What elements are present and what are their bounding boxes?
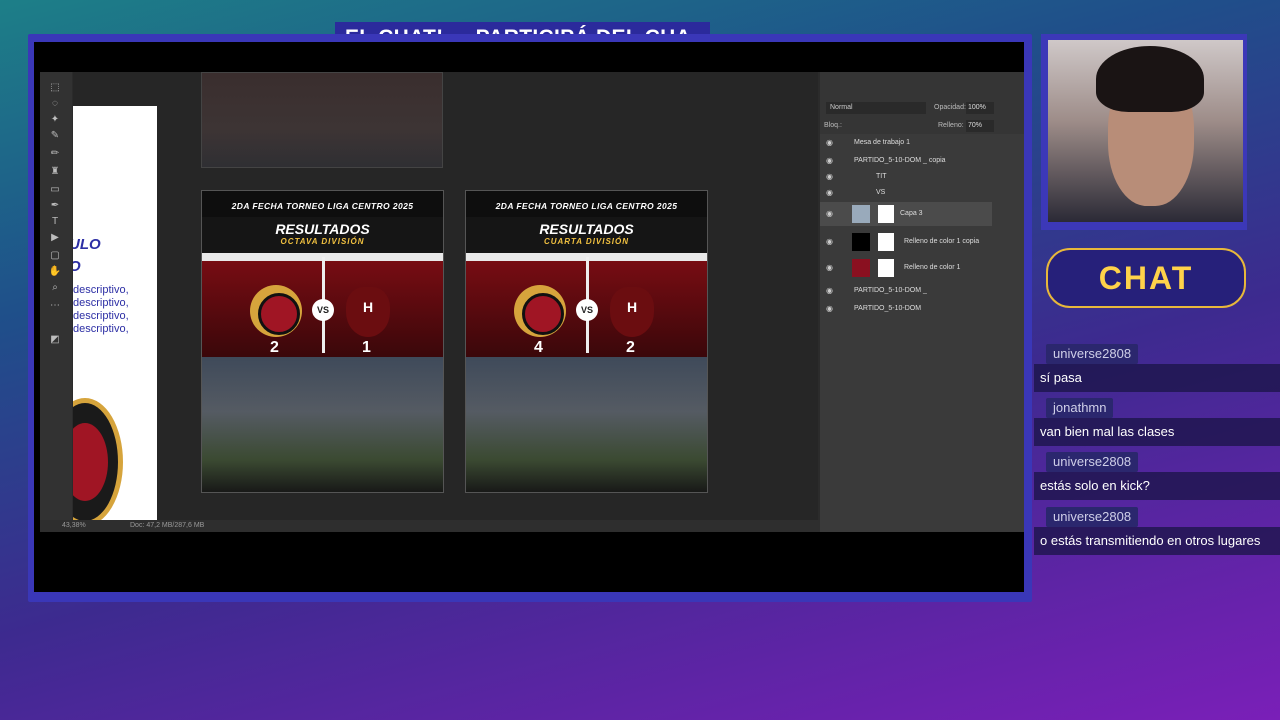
- mask-thumbnail: [878, 259, 894, 277]
- zoom-level[interactable]: 43,38%: [62, 520, 86, 532]
- pen-tool-icon[interactable]: ✒: [48, 200, 62, 212]
- doc-description: descriptivo, descriptivo, descriptivo, d…: [73, 284, 129, 336]
- chat-message: sí pasa: [1034, 364, 1280, 392]
- club-emblem: [73, 398, 123, 522]
- layer-thumbnail: [852, 259, 870, 277]
- opacity-field[interactable]: 100%: [966, 102, 994, 114]
- status-bar: 43,38% Doc: 47,2 MB/287,6 MB: [40, 520, 820, 532]
- score-away: 2: [626, 339, 635, 356]
- side-document: ULO O descriptivo, descriptivo, descript…: [73, 106, 157, 522]
- chat-message: o estás transmitiendo en otros lugares: [1034, 527, 1280, 555]
- stamp-tool-icon[interactable]: ♜: [48, 166, 62, 178]
- team-photo: [466, 357, 707, 492]
- layer-name: PARTIDO_5-10-DOM: [854, 305, 922, 312]
- poster-subtitle: CUARTA DIVISIÓN: [543, 237, 630, 246]
- fill-field[interactable]: 70%: [966, 120, 994, 132]
- layer-thumbnail: [852, 233, 870, 251]
- layer-name: Capa 3: [900, 210, 923, 217]
- path-select-icon[interactable]: ▶: [48, 232, 62, 244]
- layer-row[interactable]: ◉ Relleno de color 1: [820, 256, 992, 280]
- desc-line: descriptivo,: [73, 310, 129, 322]
- color-swatch-icon[interactable]: ◩: [48, 334, 62, 346]
- eraser-icon[interactable]: ▭: [48, 184, 62, 196]
- desc-line: descriptivo,: [73, 284, 129, 296]
- webcam-feed: [1048, 40, 1243, 222]
- layer-name: VS: [876, 189, 886, 196]
- eyedropper-icon[interactable]: ✎: [48, 130, 62, 142]
- poster-header: 2DA FECHA TORNEO LIGA CENTRO 2025: [466, 191, 707, 217]
- mask-thumbnail: [878, 205, 894, 223]
- opacity-label: Opacidad:: [934, 104, 966, 111]
- layer-name: Relleno de color 1: [904, 264, 961, 271]
- chat-username: universe2808: [1046, 344, 1139, 364]
- eye-icon[interactable]: ◉: [826, 202, 833, 226]
- layer-name: Relleno de color 1 copia: [904, 238, 980, 245]
- shared-screen: ⬚ ◌ ✦ ✎ ✏ ♜ ▭ ✒ T ▶ ▢ ✋ ⌕ ⋯ ◩ ULO O desc…: [34, 42, 1024, 592]
- poster-title: RESULTADOS: [275, 221, 370, 237]
- layer-name: PARTIDO_5-10-DOM _: [854, 287, 927, 294]
- rival-shield-icon: [610, 287, 654, 337]
- tools-panel: ⬚ ◌ ✦ ✎ ✏ ♜ ▭ ✒ T ▶ ▢ ✋ ⌕ ⋯ ◩: [40, 72, 72, 532]
- text-tool-icon[interactable]: T: [48, 216, 62, 228]
- lasso-tool-icon[interactable]: ◌: [48, 98, 62, 110]
- doc-size: Doc: 47,2 MB/287,6 MB: [130, 522, 205, 529]
- eye-icon[interactable]: ◉: [826, 256, 833, 280]
- eye-icon[interactable]: ◉: [826, 282, 833, 300]
- brush-tool-icon[interactable]: ✏: [48, 148, 62, 160]
- doc-title: ULO O: [73, 234, 101, 278]
- rival-shield-icon: [346, 287, 390, 337]
- marquee-tool-icon[interactable]: ⬚: [48, 82, 62, 94]
- layers-panel: Normal Opacidad: 100% Bloq.: Relleno: 70…: [820, 72, 1024, 532]
- layer-row[interactable]: ◉ Relleno de color 1 copia: [820, 230, 992, 254]
- score-home: 4: [534, 339, 543, 356]
- zoom-tool-icon[interactable]: ⌕: [48, 282, 62, 294]
- magic-wand-icon[interactable]: ✦: [48, 114, 62, 126]
- layer-row[interactable]: ◉ Mesa de trabajo 1: [820, 134, 992, 152]
- photoshop-window: ⬚ ◌ ✦ ✎ ✏ ♜ ▭ ✒ T ▶ ▢ ✋ ⌕ ⋯ ◩ ULO O desc…: [40, 72, 1024, 532]
- blend-mode-select[interactable]: Normal: [826, 102, 926, 114]
- eye-icon[interactable]: ◉: [826, 134, 833, 152]
- layer-row-selected[interactable]: ◉ Capa 3: [820, 202, 992, 226]
- layer-thumbnail: [852, 205, 870, 223]
- hand-tool-icon[interactable]: ✋: [48, 266, 62, 278]
- eye-icon[interactable]: ◉: [826, 184, 833, 202]
- chat-message: van bien mal las clases: [1034, 418, 1280, 446]
- poster-title: RESULTADOS: [539, 221, 634, 237]
- team-photo: [202, 357, 443, 492]
- fill-label: Relleno:: [938, 122, 964, 129]
- chat-username: jonathmn: [1046, 398, 1114, 418]
- chat-username: universe2808: [1046, 452, 1139, 472]
- chat-title: CHAT: [1046, 248, 1246, 308]
- vs-badge: VS: [576, 299, 598, 321]
- layer-row[interactable]: ◉ VS: [820, 184, 992, 202]
- score-home: 2: [270, 339, 279, 356]
- poster-header: 2DA FECHA TORNEO LIGA CENTRO 2025: [202, 191, 443, 217]
- eye-icon[interactable]: ◉: [826, 230, 833, 254]
- poster-subtitle: OCTAVA DIVISIÓN: [280, 237, 365, 246]
- more-tools-icon[interactable]: ⋯: [48, 300, 62, 312]
- chat-message: estás solo en kick?: [1034, 472, 1280, 500]
- shape-tool-icon[interactable]: ▢: [48, 250, 62, 262]
- mask-thumbnail: [878, 233, 894, 251]
- vs-badge: VS: [312, 299, 334, 321]
- aci-shield-icon: [514, 285, 566, 337]
- streamer-hair: [1096, 46, 1204, 112]
- team-photo-artboard: [201, 72, 443, 168]
- layer-row[interactable]: ◉ PARTIDO_5-10-DOM _: [820, 282, 992, 300]
- layer-row[interactable]: ◉ PARTIDO_5-10-DOM: [820, 300, 992, 318]
- doc-title-line: O: [73, 256, 101, 278]
- layer-name: Mesa de trabajo 1: [854, 139, 911, 146]
- desc-line: descriptivo,: [73, 323, 129, 335]
- score-away: 1: [362, 339, 371, 356]
- layers-controls: Normal Opacidad: 100% Bloq.: Relleno: 70…: [820, 72, 1024, 134]
- canvas-area[interactable]: ULO O descriptivo, descriptivo, descript…: [73, 72, 818, 532]
- doc-title-line: ULO: [73, 236, 101, 253]
- poster-cuarta[interactable]: 2DA FECHA TORNEO LIGA CENTRO 2025 RESULT…: [465, 190, 708, 493]
- chat-username: universe2808: [1046, 507, 1139, 527]
- poster-octava[interactable]: 2DA FECHA TORNEO LIGA CENTRO 2025 RESULT…: [201, 190, 444, 493]
- desc-line: descriptivo,: [73, 297, 129, 309]
- eye-icon[interactable]: ◉: [826, 300, 833, 318]
- aci-shield-icon: [250, 285, 302, 337]
- lock-label: Bloq.:: [824, 122, 842, 129]
